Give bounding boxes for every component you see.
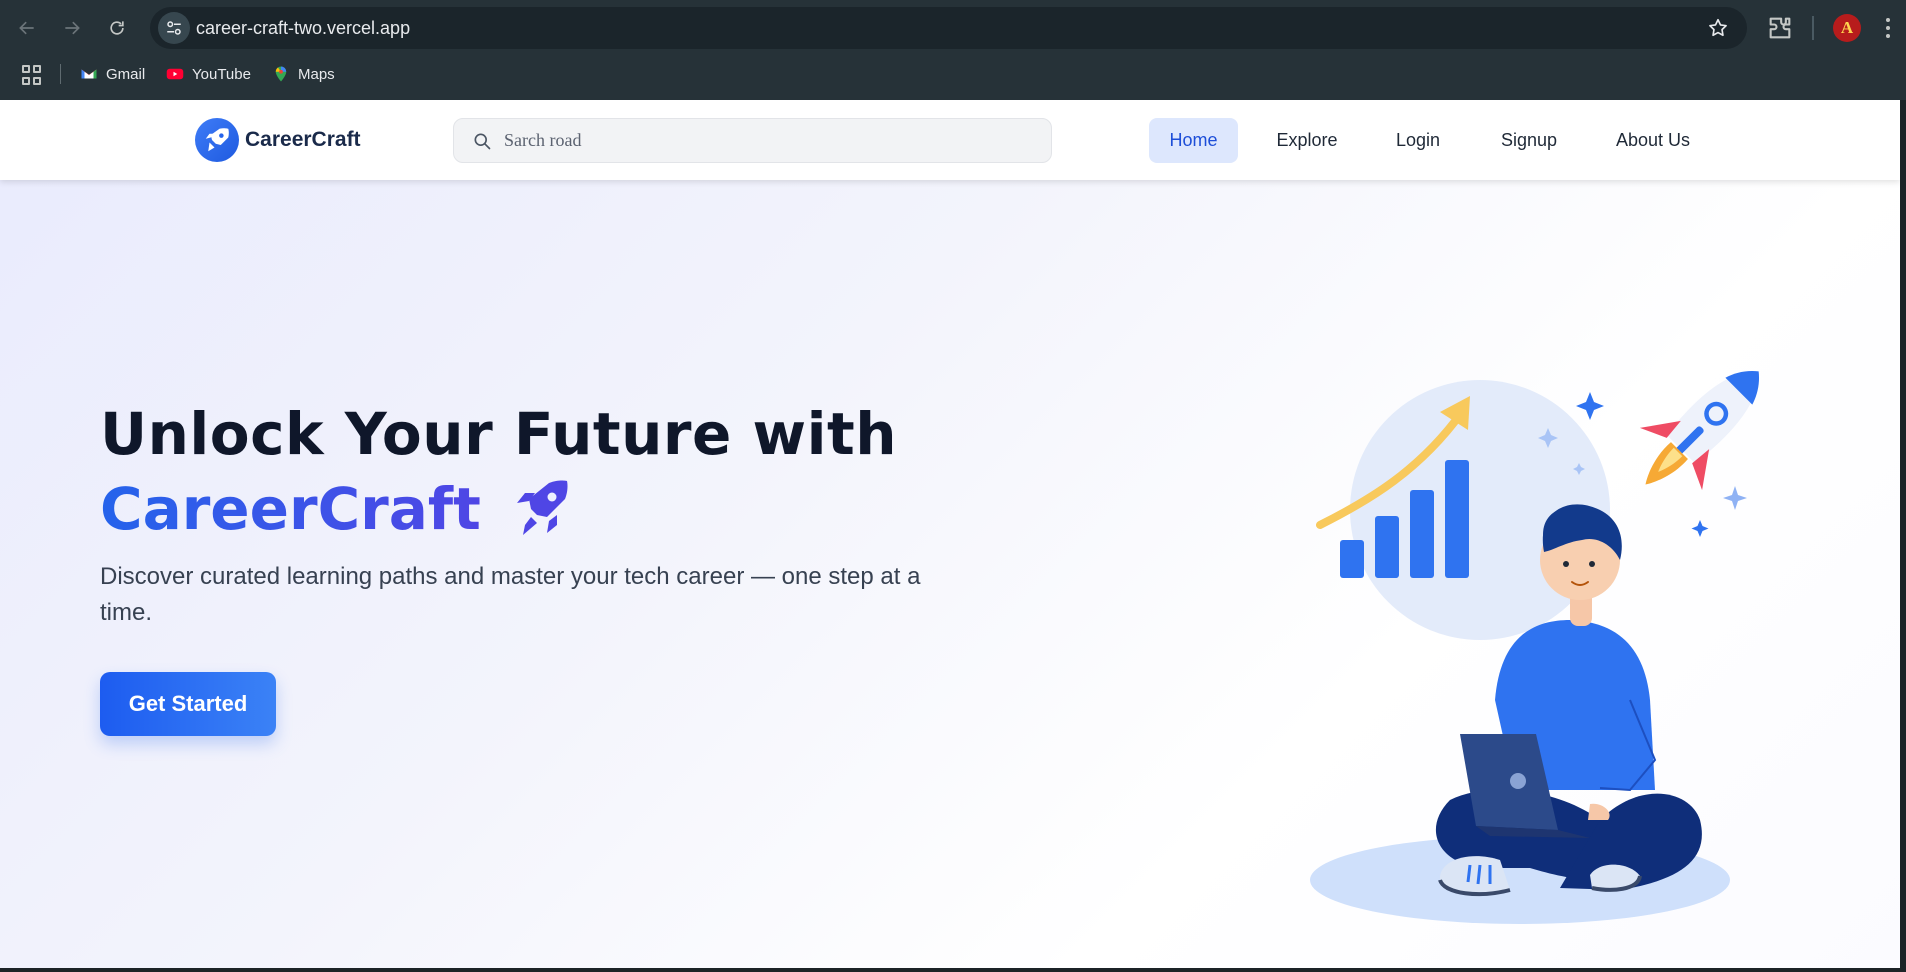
bookmark-label: YouTube: [192, 65, 251, 83]
site-navbar: CareerCraft Home Explore Login Signup Ab…: [0, 100, 1900, 180]
forward-button[interactable]: [56, 12, 88, 44]
window-edge: [1900, 100, 1906, 972]
bookmarks-bar: Gmail YouTube Maps: [0, 56, 1906, 92]
hero-title-brand-line: CareerCraft: [100, 472, 573, 546]
chart-bar-icon: [1340, 540, 1364, 578]
reload-icon: [110, 21, 124, 35]
back-button[interactable]: [11, 12, 43, 44]
hero-illustration: [1310, 371, 1759, 924]
apps-grid-icon[interactable]: [22, 65, 42, 85]
arrow-right-icon: [65, 21, 80, 35]
toolbar-divider: [1812, 16, 1814, 40]
bookmark-label: Gmail: [106, 65, 146, 83]
hero-title: Unlock Your Future with: [100, 400, 898, 468]
hero-brand-word: CareerCraft: [100, 472, 481, 546]
youtube-icon: [166, 68, 184, 80]
window-bottom-edge: [0, 968, 1906, 972]
rocket-icon: [516, 480, 568, 535]
search-bar[interactable]: [453, 118, 1052, 163]
chart-bar-icon: [1445, 460, 1469, 578]
search-input[interactable]: [504, 119, 1034, 162]
sparkle-icon: [1691, 520, 1709, 537]
search-icon: [474, 133, 491, 150]
bookmarks-divider: [60, 64, 61, 84]
sparkle-icon: [1576, 392, 1604, 420]
browser-chrome: career-craft-two.vercel.app A Gmail YouT…: [0, 0, 1906, 100]
profile-avatar[interactable]: A: [1833, 14, 1861, 42]
url-text[interactable]: career-craft-two.vercel.app: [196, 18, 410, 39]
nav-login[interactable]: Login: [1378, 118, 1458, 163]
chart-bar-icon: [1410, 490, 1434, 578]
rocket-logo-icon: [195, 118, 239, 162]
brand-name: CareerCraft: [245, 128, 361, 151]
sparkle-icon: [1723, 486, 1747, 510]
chart-bar-icon: [1375, 516, 1399, 578]
get-started-button[interactable]: Get Started: [100, 672, 276, 736]
flying-rocket-icon: [1639, 371, 1759, 491]
page-viewport: CareerCraft Home Explore Login Signup Ab…: [0, 100, 1900, 972]
brand-logo-link[interactable]: CareerCraft: [195, 118, 361, 162]
nav-home[interactable]: Home: [1149, 118, 1238, 163]
nav-explore[interactable]: Explore: [1262, 118, 1352, 163]
extensions-icon[interactable]: [1766, 14, 1794, 42]
bookmark-maps[interactable]: Maps: [272, 62, 335, 86]
kebab-menu-icon[interactable]: [1878, 14, 1898, 42]
hero-description: Discover curated learning paths and mast…: [100, 563, 921, 626]
bookmark-star-icon[interactable]: [1707, 17, 1729, 39]
nav-signup[interactable]: Signup: [1484, 118, 1574, 163]
maps-icon: [275, 66, 287, 82]
bookmark-label: Maps: [298, 65, 335, 83]
address-bar[interactable]: career-craft-two.vercel.app: [150, 7, 1747, 49]
site-info-icon[interactable]: [158, 12, 190, 44]
arrow-left-icon: [19, 21, 34, 35]
bookmark-gmail[interactable]: Gmail: [80, 62, 145, 86]
gmail-icon: [81, 69, 97, 79]
bookmark-youtube[interactable]: YouTube: [166, 62, 251, 86]
nav-about-us[interactable]: About Us: [1600, 118, 1706, 163]
reload-button[interactable]: [101, 12, 133, 44]
